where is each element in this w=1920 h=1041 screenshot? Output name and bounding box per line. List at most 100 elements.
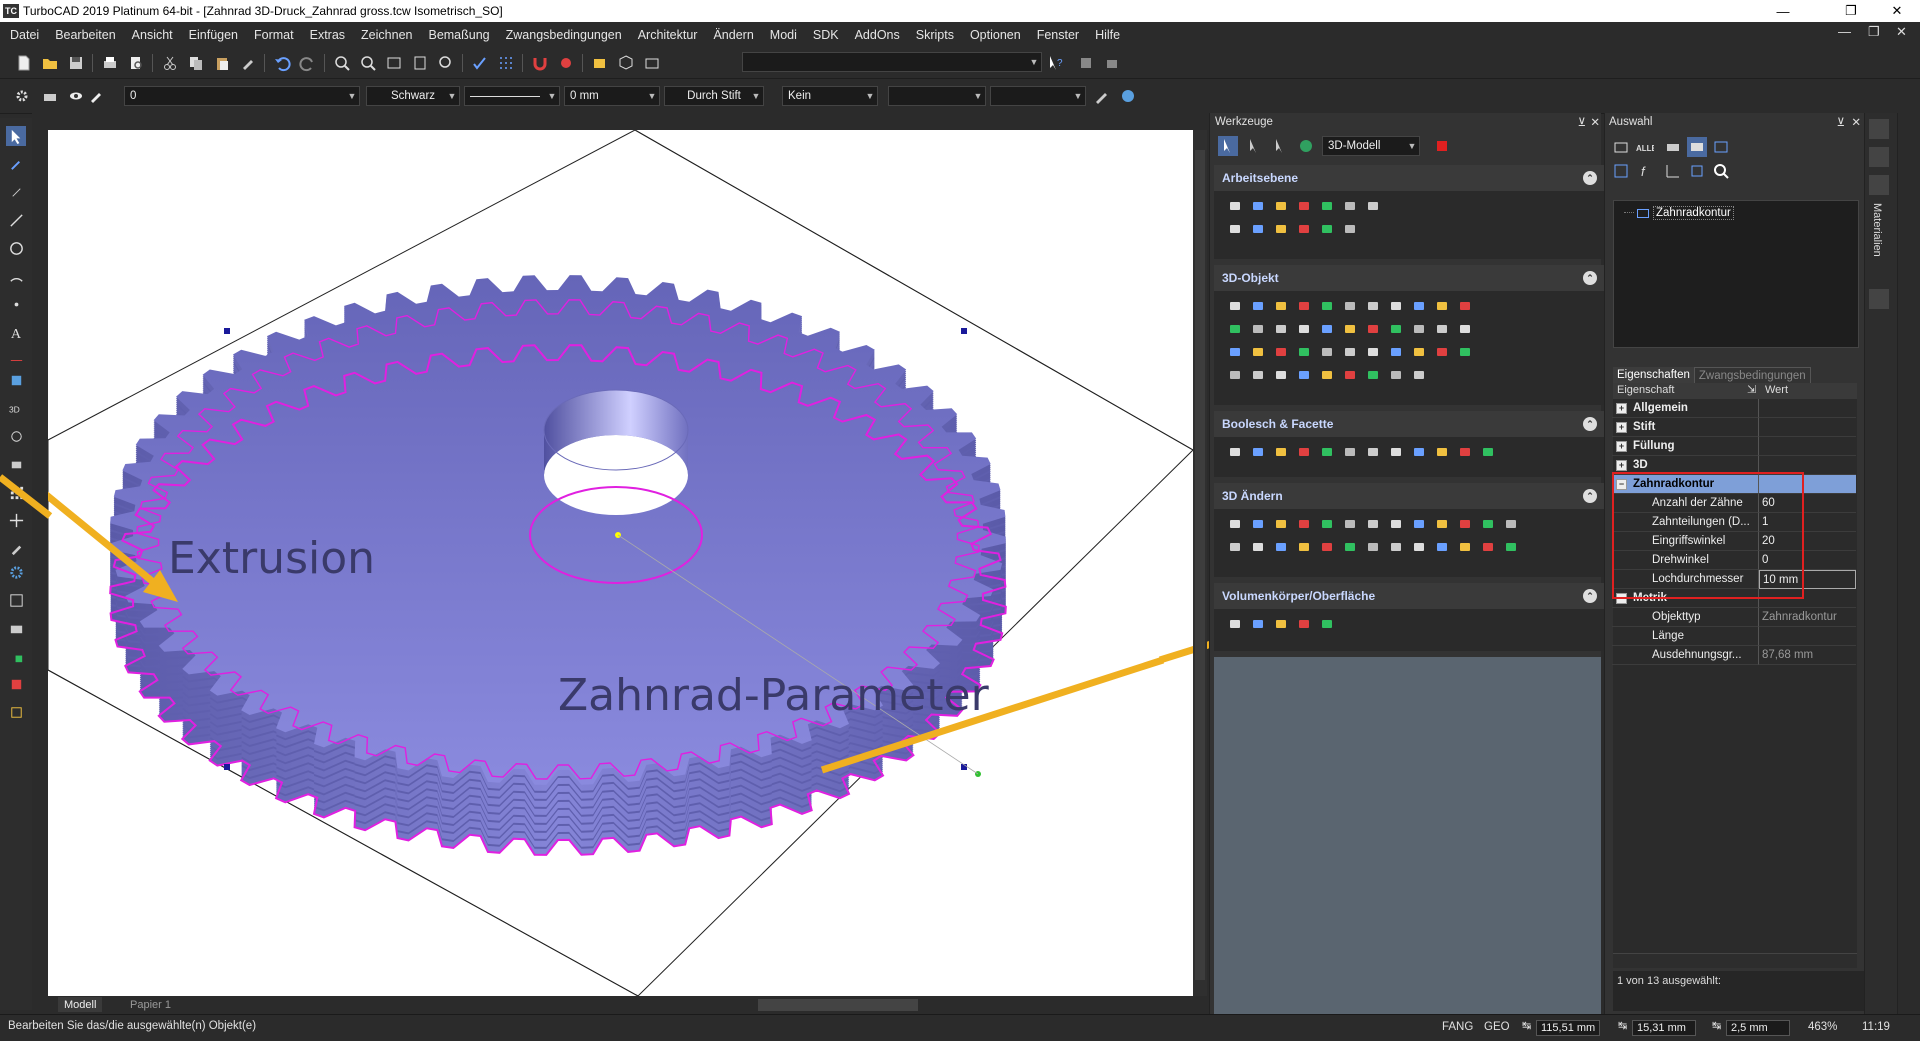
menu-optionen[interactable]: Optionen (962, 28, 1029, 42)
dock-materials-icon[interactable] (1869, 175, 1889, 195)
tool-icon[interactable] (1320, 517, 1334, 531)
hatch-combo[interactable]: ▼ (888, 86, 986, 106)
tool-icon[interactable] (1366, 345, 1380, 359)
zoom-out-icon[interactable] (358, 53, 378, 73)
tool-icon[interactable] (1320, 222, 1334, 236)
tool-icon[interactable] (1366, 299, 1380, 313)
menu-bearbeiten[interactable]: Bearbeiten (47, 28, 123, 42)
tree-item[interactable]: Zahnradkontur (1624, 206, 1734, 220)
select-3d-icon[interactable] (1270, 136, 1290, 156)
modify-tool-icon[interactable] (6, 538, 26, 558)
minimize-button[interactable]: — (1760, 0, 1806, 22)
menu-architektur[interactable]: Architektur (630, 28, 706, 42)
layer-combo[interactable]: 0 ▼ (124, 86, 360, 106)
undo-icon[interactable] (272, 53, 292, 73)
menu-datei[interactable]: Datei (0, 28, 47, 42)
point-tool-icon[interactable] (6, 294, 26, 314)
restore-button[interactable]: ❐ (1828, 0, 1874, 22)
text-tool-icon[interactable]: A (6, 322, 26, 342)
save-icon[interactable] (66, 53, 86, 73)
tool-icon[interactable] (1297, 345, 1311, 359)
drawing-canvas[interactable]: Extrusion Zahnrad-Parameter (48, 130, 1193, 996)
tab-papier-1[interactable]: Papier 1 (124, 997, 177, 1012)
tool-icon[interactable] (1228, 345, 1242, 359)
select-move-icon[interactable] (6, 646, 26, 666)
dock-selection-icon[interactable] (1869, 119, 1889, 139)
select-tool-icon[interactable] (1218, 136, 1238, 156)
tool-icon[interactable] (1251, 617, 1265, 631)
menu-hilfe[interactable]: Hilfe (1087, 28, 1128, 42)
redo-icon[interactable] (298, 53, 318, 73)
flag-icon[interactable] (1432, 136, 1452, 156)
help-cursor-icon[interactable]: ? (1046, 53, 1066, 73)
zoom-window-icon[interactable] (384, 53, 404, 73)
tool-icon[interactable] (1320, 345, 1334, 359)
grid-icon[interactable] (496, 53, 516, 73)
tool-icon[interactable] (1251, 322, 1265, 336)
workplane-icon[interactable] (642, 53, 662, 73)
tool-icon[interactable] (1343, 368, 1357, 382)
camera-tool-icon[interactable] (6, 618, 26, 638)
tool-icon[interactable] (1458, 517, 1472, 531)
insert-tool-icon[interactable] (6, 454, 26, 474)
coord-y-field[interactable]: 15,31 mm (1632, 1020, 1696, 1036)
dimension-tool-icon[interactable] (6, 350, 26, 370)
color-combo[interactable]: Schwarz ▼ (366, 86, 460, 106)
tool-icon[interactable] (1228, 517, 1242, 531)
tool-icon[interactable] (1504, 540, 1518, 554)
settings-icon[interactable] (12, 86, 32, 106)
menu-bemassung[interactable]: Bemaßung (420, 28, 497, 42)
tool-icon[interactable] (1320, 199, 1334, 213)
brush-icon[interactable] (1092, 86, 1112, 106)
tool-icon[interactable] (1297, 368, 1311, 382)
tool-icon[interactable] (1320, 322, 1334, 336)
tool-icon[interactable] (1251, 345, 1265, 359)
tool-icon[interactable] (1228, 617, 1242, 631)
vertical-scroll-thumb[interactable] (1195, 150, 1205, 980)
command-search-input[interactable]: ▼ (742, 52, 1042, 72)
tool-icon[interactable] (1297, 322, 1311, 336)
tool-icon[interactable] (1366, 368, 1380, 382)
view-tool-icon[interactable] (6, 590, 26, 610)
tool-icon[interactable] (1458, 445, 1472, 459)
toolbar-option2-icon[interactable] (1102, 53, 1122, 73)
tool-icon[interactable] (1435, 517, 1449, 531)
tool-icon[interactable] (1366, 517, 1380, 531)
fill-color-combo[interactable]: ▼ (990, 86, 1086, 106)
menu-einfuegen[interactable]: Einfügen (181, 28, 246, 42)
tool-icon[interactable] (1458, 322, 1472, 336)
tool-icon[interactable] (1320, 299, 1334, 313)
tool-icon[interactable] (1412, 368, 1426, 382)
tool-icon[interactable] (1228, 299, 1242, 313)
tool-icon[interactable] (1366, 322, 1380, 336)
tool-icon[interactable] (1389, 322, 1403, 336)
tool-icon[interactable] (1343, 517, 1357, 531)
menu-format[interactable]: Format (246, 28, 302, 42)
close-button[interactable]: ✕ (1874, 0, 1920, 22)
match-properties-icon[interactable] (238, 53, 258, 73)
select-view-icon[interactable] (1687, 137, 1707, 157)
print-preview-icon[interactable] (126, 53, 146, 73)
tool-icon[interactable] (1343, 540, 1357, 554)
tool-icon[interactable] (1504, 517, 1518, 531)
select-all-icon[interactable]: ALLE (1635, 137, 1655, 157)
rotate-tool-icon[interactable] (6, 426, 26, 446)
tool-icon[interactable] (1251, 517, 1265, 531)
tool-icon[interactable] (1412, 345, 1426, 359)
menu-skripts[interactable]: Skripts (908, 28, 962, 42)
menu-modi[interactable]: Modi (762, 28, 805, 42)
tool-icon[interactable] (1389, 345, 1403, 359)
tool-icon[interactable] (1343, 345, 1357, 359)
tool-icon[interactable] (1274, 445, 1288, 459)
panel-close-icon[interactable]: ✕ (1590, 115, 1600, 129)
linewidth-combo[interactable]: 0 mm ▼ (564, 86, 660, 106)
cube-3d-icon[interactable] (616, 53, 636, 73)
tool-icon[interactable] (1274, 368, 1288, 382)
circle-tool-icon[interactable] (6, 238, 26, 258)
tool-icon[interactable] (1274, 222, 1288, 236)
doc-minimize-button[interactable]: — (1838, 24, 1851, 39)
menu-aendern[interactable]: Ändern (705, 28, 761, 42)
cut-icon[interactable] (160, 53, 180, 73)
doc-restore-button[interactable]: ❐ (1868, 24, 1880, 40)
horizontal-scroll-thumb[interactable] (758, 999, 918, 1011)
